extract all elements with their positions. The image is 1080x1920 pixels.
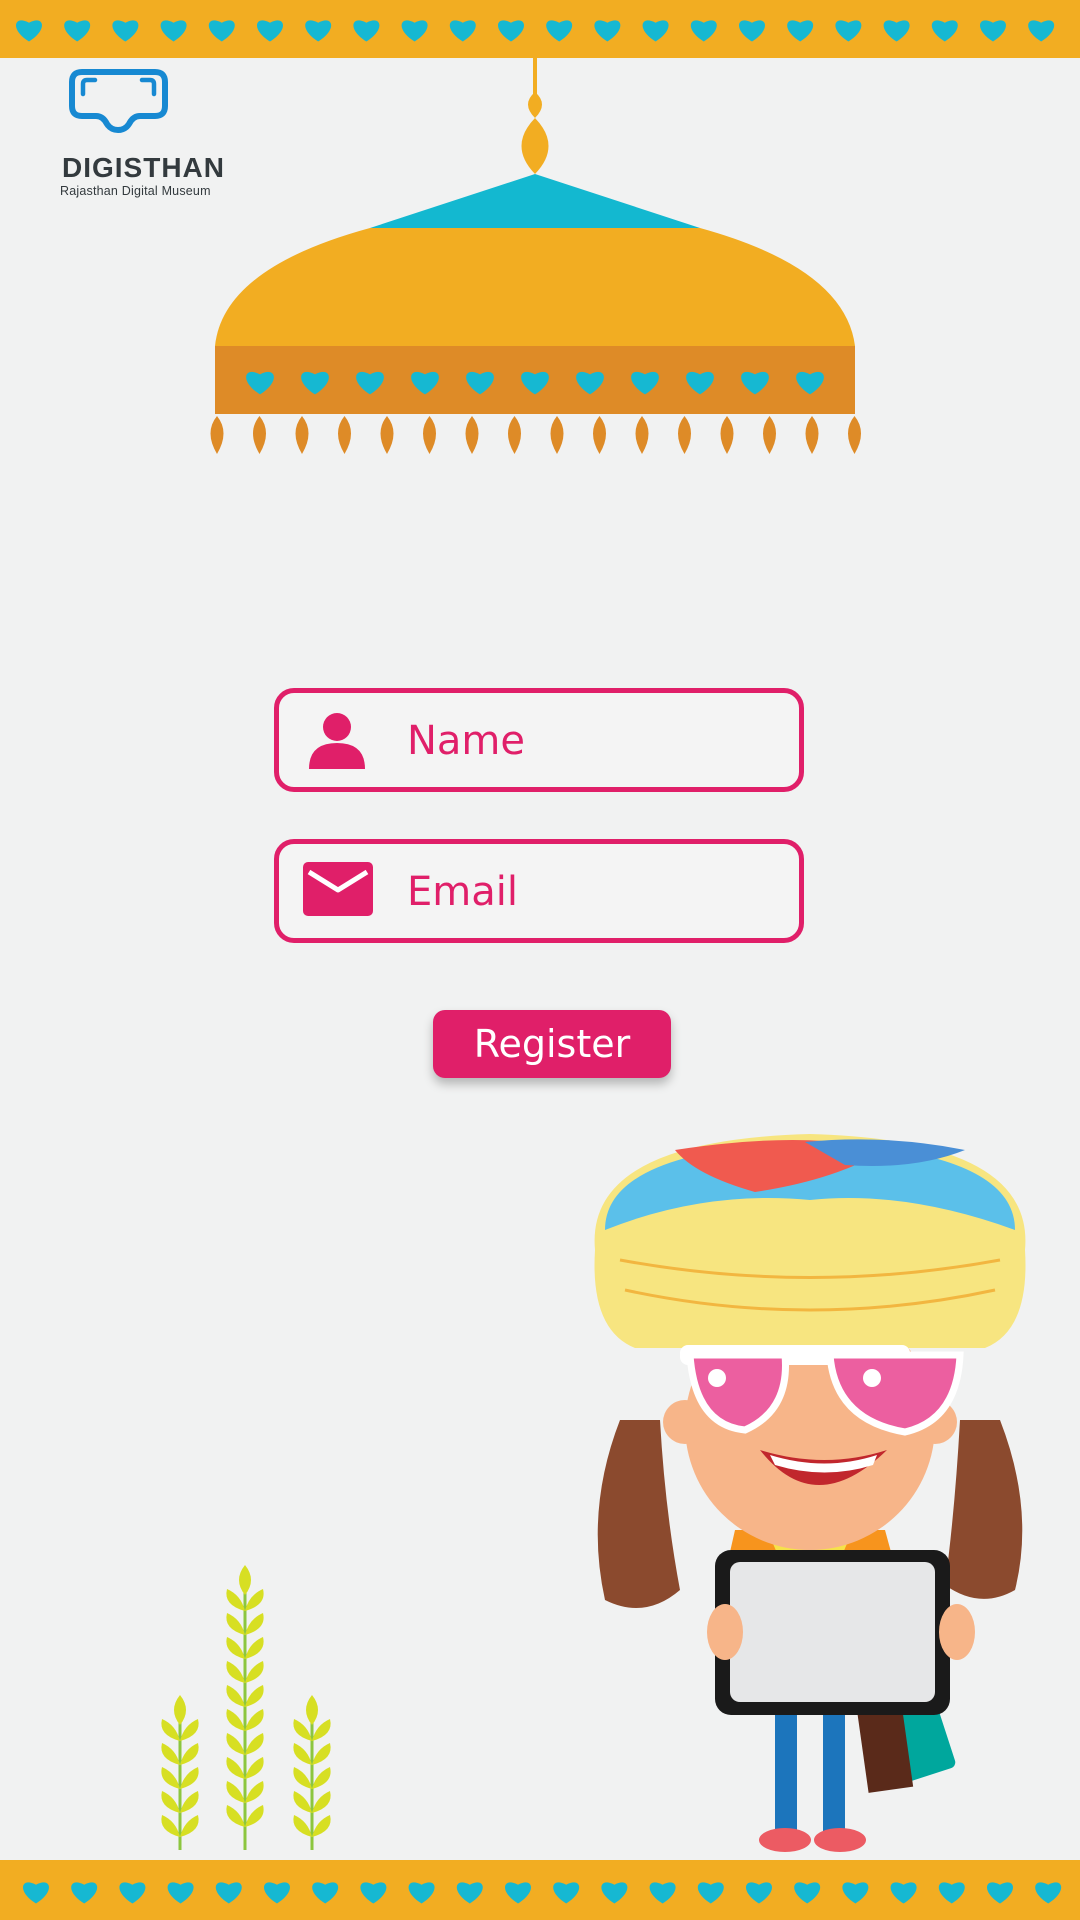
heart-icon xyxy=(160,20,187,42)
tassel-drop xyxy=(805,416,819,454)
heart-icon xyxy=(553,1882,580,1904)
heart-icon xyxy=(787,20,814,42)
name-field[interactable] xyxy=(274,688,804,792)
tassel-drop xyxy=(508,416,521,454)
heart-icon xyxy=(305,20,332,42)
heart-icon xyxy=(938,1882,965,1904)
tassel-drop xyxy=(635,416,649,454)
tassel-drop xyxy=(763,416,776,454)
heart-icon xyxy=(1028,20,1055,42)
heart-icon xyxy=(649,1882,676,1904)
tassel-drop xyxy=(210,416,224,454)
envelope-icon xyxy=(303,862,373,916)
heart-icon xyxy=(746,1882,772,1904)
heart-icon xyxy=(980,20,1006,42)
heart-icon xyxy=(498,20,524,42)
bottom-heart-border xyxy=(0,1860,1080,1920)
heart-icon xyxy=(264,1882,290,1904)
heart-icon xyxy=(1035,1882,1062,1904)
heart-icon xyxy=(835,20,862,42)
heart-icon xyxy=(594,20,621,42)
tassel-drop xyxy=(423,416,436,454)
heart-icon xyxy=(842,1882,869,1904)
heart-icon xyxy=(408,1882,435,1904)
heart-icon xyxy=(119,1882,146,1904)
email-input[interactable] xyxy=(405,858,779,926)
register-button[interactable]: Register xyxy=(433,1010,671,1078)
heart-icon xyxy=(257,20,283,42)
heart-icon xyxy=(601,1882,628,1904)
heart-icon xyxy=(112,20,139,42)
tassel-drop xyxy=(593,416,606,454)
tassel-drop xyxy=(678,416,691,454)
tassel-drop xyxy=(465,416,479,454)
heart-icon-row xyxy=(16,20,1055,42)
brand-tagline: Rajasthan Digital Museum xyxy=(60,184,211,198)
heart-icon xyxy=(215,1882,242,1904)
heart-icon xyxy=(449,20,476,42)
heart-icon xyxy=(64,20,91,42)
heart-icon xyxy=(883,20,910,42)
heart-icon xyxy=(931,20,958,42)
heart-icon xyxy=(353,20,380,42)
name-input[interactable] xyxy=(405,707,779,775)
heart-icon xyxy=(71,1882,98,1904)
heart-icon xyxy=(739,20,765,42)
heart-icon xyxy=(546,20,573,42)
umbrella-canopy-icon xyxy=(210,58,861,454)
tassel-drop xyxy=(295,416,309,454)
tassel-drop xyxy=(338,416,351,454)
user-icon xyxy=(309,713,365,769)
heart-icon xyxy=(16,20,42,42)
girl-with-turban-holding-tablet-icon xyxy=(594,1134,1026,1852)
email-field[interactable] xyxy=(274,839,804,943)
heart-icon xyxy=(360,1882,387,1904)
heart-icon xyxy=(456,1882,483,1904)
heart-icon xyxy=(890,1882,917,1904)
heart-icon xyxy=(642,20,669,42)
tassel-drop xyxy=(720,416,734,454)
wheat-plants-icon xyxy=(161,1565,331,1850)
heart-icon xyxy=(401,20,428,42)
heart-icon xyxy=(690,20,717,42)
heart-icon xyxy=(208,20,235,42)
top-heart-border xyxy=(0,0,1080,58)
heart-icon xyxy=(312,1882,339,1904)
tassel-drop xyxy=(253,416,266,454)
heart-icon xyxy=(794,1882,821,1904)
tassel-drop xyxy=(848,416,861,454)
heart-icon xyxy=(697,1882,724,1904)
tassel-drop xyxy=(380,416,394,454)
heart-icon xyxy=(505,1882,531,1904)
tassel-drop xyxy=(550,416,564,454)
heart-icon-row xyxy=(23,1882,1062,1904)
heart-icon xyxy=(167,1882,194,1904)
heart-icon xyxy=(987,1882,1013,1904)
heart-icon xyxy=(23,1882,49,1904)
